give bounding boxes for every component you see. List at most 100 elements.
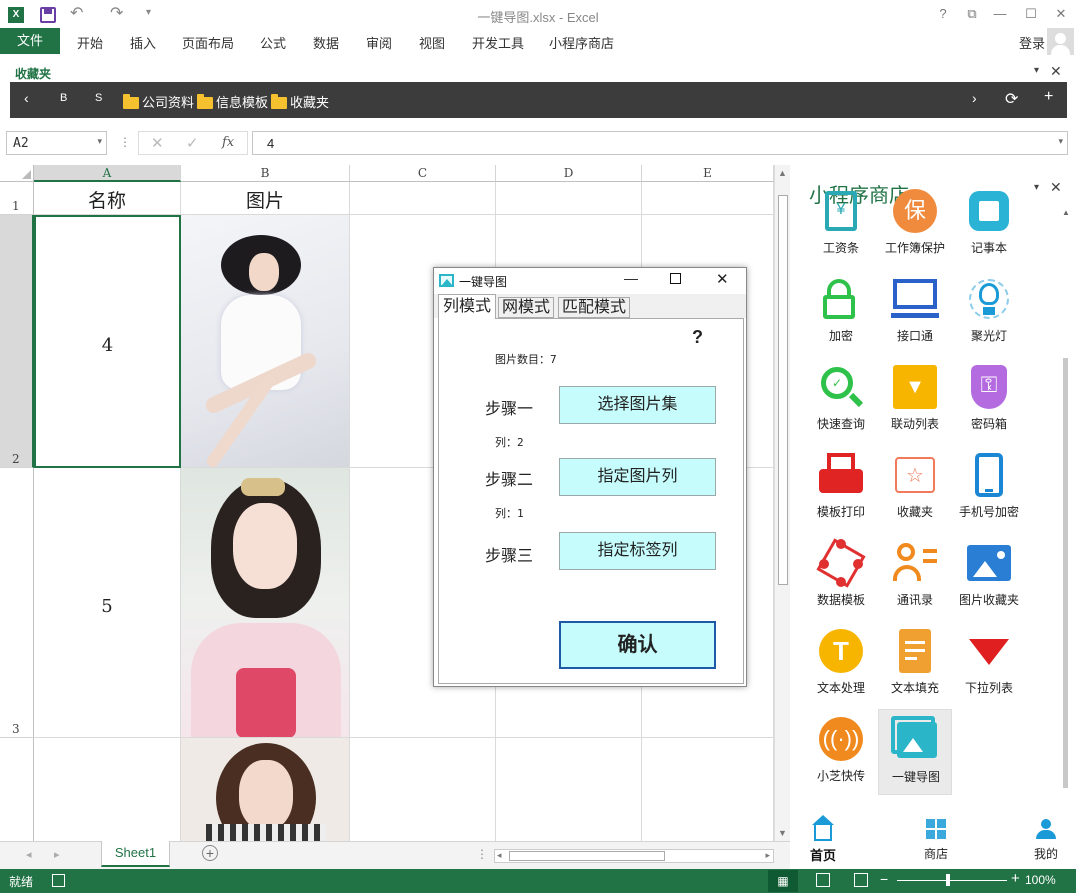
cell-c4[interactable] (350, 738, 496, 841)
cell-b1[interactable]: 图片 (181, 182, 350, 215)
app-protect[interactable]: 保工作簿保护 (878, 187, 952, 256)
app-payslip[interactable]: ¥ 工资条 (804, 187, 878, 256)
fav-folder-favorites[interactable]: 收藏夹 (271, 92, 329, 111)
select-all-corner[interactable] (0, 165, 34, 182)
fav-add-icon[interactable]: + (1044, 88, 1053, 106)
hscroll-thumb[interactable] (509, 851, 665, 861)
dialog-help-icon[interactable]: ? (692, 327, 703, 348)
row-header-3[interactable]: 3 (0, 468, 34, 738)
maximize-icon[interactable]: ☐ (1021, 6, 1041, 24)
app-doc-fill[interactable]: 文本填充 (878, 627, 952, 696)
tab-home[interactable]: 开始 (77, 33, 103, 52)
page-layout-view-icon[interactable] (816, 873, 830, 887)
app-bulb[interactable]: 聚光灯 (952, 275, 1026, 344)
row-header-2[interactable]: 2 (0, 215, 34, 468)
tab-review[interactable]: 审阅 (366, 33, 392, 52)
macro-record-icon[interactable] (52, 874, 65, 887)
tab-view[interactable]: 视图 (419, 33, 445, 52)
cell-b2[interactable] (181, 215, 350, 468)
favorites-close-icon[interactable]: ✕ (1050, 63, 1062, 80)
tab-data[interactable]: 数据 (313, 33, 339, 52)
tab-grid-mode[interactable]: 网模式 (498, 297, 555, 318)
hscroll-left-icon[interactable]: ◂ (497, 850, 502, 861)
cell-d4[interactable] (496, 738, 642, 841)
zoom-slider[interactable] (897, 874, 1007, 886)
tab-insert[interactable]: 插入 (130, 33, 156, 52)
scroll-thumb[interactable] (778, 195, 788, 585)
help-button[interactable]: ? (933, 6, 953, 24)
sheet-tab-sheet1[interactable]: Sheet1 (101, 841, 170, 867)
app-triangle-down[interactable]: 下拉列表 (952, 627, 1026, 696)
zoom-in-icon[interactable]: + (1011, 870, 1020, 887)
cancel-formula-icon[interactable]: ✕ (151, 134, 164, 152)
choose-tag-column-button[interactable]: 指定标签列 (559, 532, 716, 570)
app-monitor[interactable]: 接口通 (878, 275, 952, 344)
next-sheet-icon[interactable]: ▸ (54, 848, 60, 861)
cell-a1[interactable]: 名称 (34, 182, 181, 215)
choose-image-column-button[interactable]: 指定图片列 (559, 458, 716, 496)
app-star-folder[interactable]: ☆ 收藏夹 (878, 451, 952, 520)
tab-match-mode[interactable]: 匹配模式 (558, 297, 631, 318)
cell-b3[interactable] (181, 468, 350, 738)
app-search-check[interactable]: ✓ 快速查询 (804, 363, 878, 432)
app-image-export[interactable]: 一键导图 (878, 709, 952, 795)
formula-input[interactable]: 4 ▾ (252, 131, 1068, 155)
fav-back-icon[interactable]: ‹ (24, 90, 29, 106)
tab-column-mode[interactable]: 列模式 (438, 294, 497, 319)
row-header-1[interactable]: 1 (0, 182, 34, 215)
add-sheet-icon[interactable]: + (202, 845, 218, 861)
zoom-level[interactable]: 100% (1025, 873, 1056, 887)
prev-sheet-icon[interactable]: ◂ (26, 848, 32, 861)
fav-refresh-icon[interactable]: ⟳ (1005, 89, 1018, 109)
dialog-close-icon[interactable]: ✕ (716, 270, 729, 288)
formula-expand-icon[interactable]: ▾ (1058, 136, 1063, 147)
app-printer[interactable]: 模板打印 (804, 451, 878, 520)
app-notepad[interactable]: 记事本 (952, 187, 1026, 256)
cell-a4[interactable] (34, 738, 181, 841)
pane-scroll-thumb[interactable] (1063, 358, 1068, 788)
nav-store[interactable]: 商店 (916, 819, 956, 862)
fav-folder-templates[interactable]: 信息模板 (197, 92, 268, 111)
formula-options-icon[interactable]: ⋮ (119, 135, 131, 149)
row-header-4[interactable] (0, 738, 34, 841)
app-list-down[interactable]: ▼ 联动列表 (878, 363, 952, 432)
close-icon[interactable]: ✕ (1051, 6, 1071, 24)
dialog-maximize-icon[interactable] (670, 273, 681, 284)
pane-scrollbar[interactable]: ▲ ▼ (1062, 208, 1070, 832)
scroll-up-icon[interactable]: ▲ (778, 168, 787, 178)
file-tab[interactable]: 文件 (0, 28, 60, 54)
insert-function-button[interactable]: fx (222, 135, 234, 150)
scroll-down-icon[interactable]: ▼ (778, 828, 787, 838)
cell-a3[interactable]: 5 (34, 468, 181, 738)
app-contact[interactable]: 通讯录 (878, 539, 952, 608)
pane-scroll-up-icon[interactable]: ▲ (1062, 208, 1070, 217)
column-header-e[interactable]: E (642, 165, 774, 182)
column-header-d[interactable]: D (496, 165, 642, 182)
favorites-collapse-icon[interactable]: ▾ (1034, 65, 1039, 76)
tab-page-layout[interactable]: 页面布局 (182, 33, 234, 52)
column-header-a[interactable]: A (34, 165, 181, 182)
fav-forward-icon[interactable]: › (972, 90, 977, 106)
app-key-shield[interactable]: ⚿ 密码箱 (952, 363, 1026, 432)
page-break-view-icon[interactable] (854, 873, 868, 887)
zoom-out-icon[interactable]: − (880, 871, 888, 887)
tabs-splitter-icon[interactable]: ⋮ (476, 847, 488, 861)
app-network[interactable]: 数据模板 (804, 538, 878, 608)
app-broadcast[interactable]: ((·)) 小芝快传 (804, 715, 878, 784)
cell-c1[interactable] (350, 182, 496, 215)
nav-home[interactable]: 首页 (806, 815, 840, 864)
minimize-icon[interactable]: — (990, 6, 1010, 24)
horizontal-scrollbar[interactable]: ◂ ▸ (494, 849, 774, 863)
confirm-button[interactable]: 确认 (559, 621, 716, 669)
column-header-b[interactable]: B (181, 165, 350, 182)
fav-folder-company[interactable]: 公司资料 (123, 92, 194, 111)
zoom-slider-thumb[interactable] (946, 874, 950, 886)
cell-a2[interactable]: 4 (34, 215, 181, 468)
nav-me[interactable]: 我的 (1028, 819, 1064, 862)
accept-formula-icon[interactable]: ✓ (186, 134, 199, 152)
cell-b4[interactable] (181, 738, 350, 841)
app-lock[interactable]: 加密 (804, 275, 878, 344)
cell-e4[interactable] (642, 738, 774, 841)
login-link[interactable]: 登录 (1019, 33, 1045, 52)
cell-d1[interactable] (496, 182, 642, 215)
